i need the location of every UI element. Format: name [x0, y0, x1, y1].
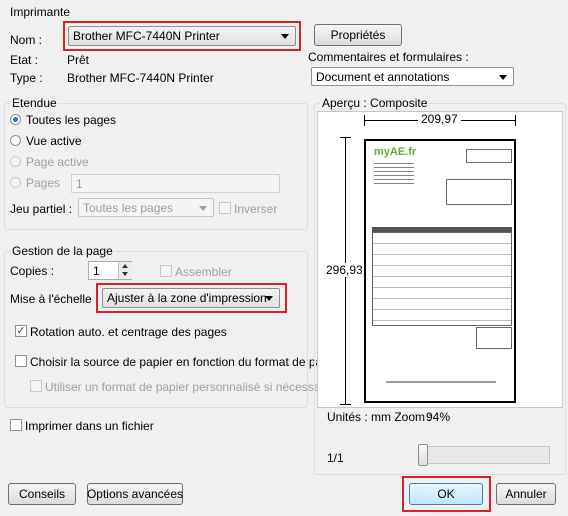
height-dimension-tick-top — [340, 137, 351, 138]
page-handling-group-title: Gestion de la page — [10, 244, 115, 258]
subset-label: Jeu partiel : — [10, 202, 73, 216]
printer-state-label: Etat : — [10, 53, 39, 67]
copies-label: Copies : — [10, 264, 55, 278]
chevron-down-icon — [199, 205, 207, 211]
highlight-box-printer — [63, 21, 301, 51]
page-slider-thumb[interactable] — [418, 444, 428, 466]
auto-rotate-checkbox[interactable]: ✓ — [15, 325, 27, 337]
custom-paper-label[interactable]: Utiliser un format de papier personnalis… — [45, 380, 334, 394]
scaling-label: Mise à l'échelle : — [10, 292, 99, 306]
advice-button[interactable]: Conseils — [8, 483, 76, 505]
reverse-checkbox[interactable] — [219, 202, 231, 214]
all-pages-radio[interactable] — [10, 114, 21, 125]
comments-forms-select[interactable]: Document et annotations — [311, 67, 514, 86]
auto-rotate-label[interactable]: Rotation auto. et centrage des pages — [30, 325, 227, 339]
range-group-title: Etendue — [10, 96, 59, 110]
doc-address-lines — [374, 163, 414, 185]
cancel-button[interactable]: Annuler — [496, 483, 556, 505]
subset-value: Toutes les pages — [83, 200, 174, 215]
reverse-label[interactable]: Inverser — [234, 202, 277, 216]
all-pages-label[interactable]: Toutes les pages — [26, 113, 116, 127]
current-page-radio[interactable] — [10, 156, 21, 167]
highlight-box-ok — [402, 476, 491, 512]
preview-title: Aperçu : Composite — [320, 96, 430, 110]
print-to-file-checkbox[interactable] — [10, 419, 22, 431]
printer-type-label: Type : — [10, 71, 43, 85]
width-dimension-tick-left — [364, 115, 365, 126]
choose-paper-label[interactable]: Choisir la source de papier en fonction … — [30, 355, 336, 369]
current-view-radio[interactable] — [10, 135, 21, 146]
page-slider-track[interactable] — [418, 446, 550, 464]
pages-radio[interactable] — [10, 177, 21, 188]
units-zoom-label: Unités : mm Zoom : — [327, 410, 432, 424]
doc-recipient-box — [446, 179, 512, 205]
collate-label[interactable]: Assembler — [175, 265, 232, 279]
pages-input[interactable]: 1 — [71, 174, 280, 193]
height-dimension-tick-bottom — [340, 404, 351, 405]
copies-spinner[interactable] — [118, 262, 132, 279]
spin-up-icon[interactable] — [122, 264, 128, 268]
subset-select[interactable]: Toutes les pages — [78, 198, 214, 217]
printer-group-title: Imprimante — [8, 5, 73, 19]
document-logo: myAE.fr — [374, 146, 417, 158]
page-thumbnail: myAE.fr — [364, 139, 516, 403]
pages-label[interactable]: Pages — [26, 176, 60, 190]
advanced-options-button[interactable]: Options avancées — [87, 483, 183, 505]
comments-forms-label: Commentaires et formulaires : — [308, 50, 469, 64]
printer-name-label: Nom : — [10, 33, 43, 47]
print-to-file-label[interactable]: Imprimer dans un fichier — [25, 419, 154, 433]
current-page-label[interactable]: Page active — [26, 155, 89, 169]
printer-type-value: Brother MFC-7440N Printer — [67, 71, 214, 85]
page-counter: 1/1 — [327, 451, 344, 465]
zoom-value: 94% — [426, 410, 451, 424]
custom-paper-checkbox[interactable] — [30, 380, 42, 392]
printer-state-value: Prêt — [67, 53, 90, 67]
doc-totals — [476, 327, 512, 349]
height-dimension-label: 296,93 — [323, 263, 366, 277]
doc-footer-text — [386, 381, 496, 383]
copies-value: 1 — [93, 263, 100, 278]
preview-area: 209,97 296,93 myAE.fr — [317, 111, 563, 408]
collate-checkbox[interactable] — [160, 265, 172, 277]
chevron-down-icon — [499, 74, 507, 80]
properties-button[interactable]: Propriétés — [314, 24, 402, 46]
spin-down-icon[interactable] — [122, 272, 128, 276]
doc-table — [372, 232, 512, 326]
width-dimension-tick-right — [515, 115, 516, 126]
highlight-box-scaling — [96, 283, 287, 313]
width-dimension-label: 209,97 — [418, 112, 461, 126]
current-view-label[interactable]: Vue active — [26, 134, 82, 148]
comments-forms-value: Document et annotations — [316, 69, 450, 84]
choose-paper-checkbox[interactable] — [15, 355, 27, 367]
doc-invoice-box — [466, 149, 512, 163]
